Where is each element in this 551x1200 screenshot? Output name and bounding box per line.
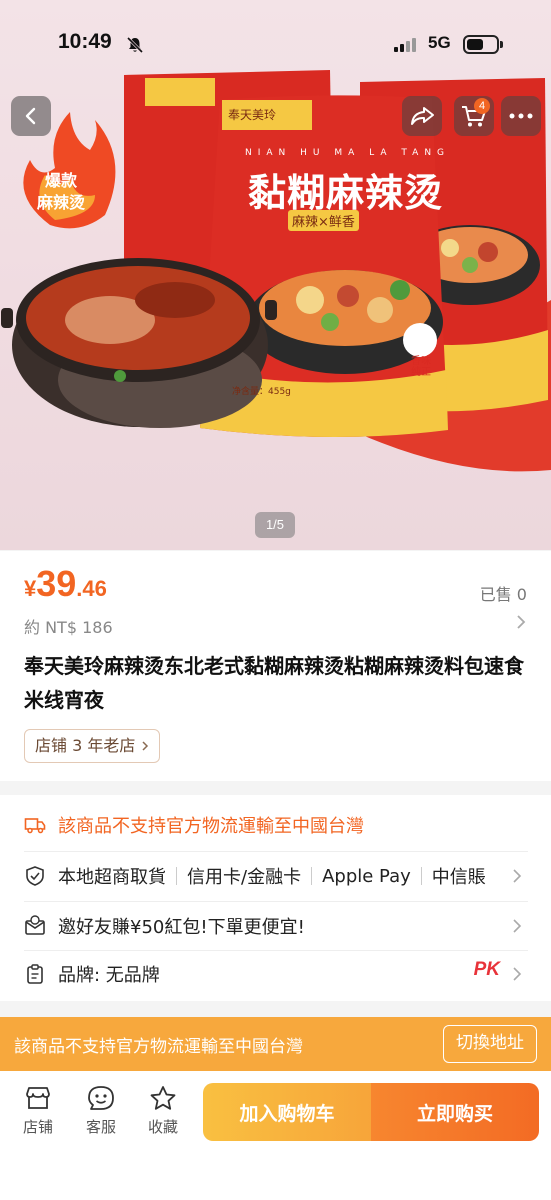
more-button[interactable] xyxy=(501,96,541,136)
more-dots-icon xyxy=(509,113,533,119)
buy-now-button[interactable]: 立即购买 xyxy=(371,1083,539,1141)
brand-row[interactable]: 品牌: 无品牌 PK xyxy=(24,950,528,998)
service-label: 客服 xyxy=(85,1118,116,1136)
chevron-left-icon xyxy=(25,107,36,125)
invite-row[interactable]: 邀好友賺¥50紅包!下單更便宜! xyxy=(24,902,528,950)
package-pinyin: NIAN HU MA LA TANG xyxy=(245,148,451,158)
status-bar: 10:49 5G xyxy=(0,0,551,88)
chevron-right-icon xyxy=(142,741,149,751)
payment-option: 信用卡/金融卡 xyxy=(187,867,302,888)
payment-option: Apple Pay xyxy=(322,865,411,887)
payment-options-row[interactable]: 本地超商取貨 信用卡/金融卡 Apple Pay 中信賬 xyxy=(24,852,528,900)
shield-check-icon xyxy=(26,866,44,886)
payment-option: 中信賬 xyxy=(431,867,486,888)
customer-service-button[interactable]: 客服 xyxy=(79,1085,123,1137)
status-time: 10:49 xyxy=(58,30,112,53)
product-image-carousel[interactable]: 爆款 麻辣烫 奉天美玲 NIAN HU MA LA TANG 黏糊麻辣烫 麻辣×… xyxy=(0,0,551,550)
battery-icon xyxy=(463,35,503,54)
favorite-button[interactable]: 收藏 xyxy=(141,1085,185,1137)
shipping-warning-text: 該商品不支持官方物流運輸至中國台灣 xyxy=(58,816,364,837)
bell-mute-icon xyxy=(126,36,144,54)
store-age-label: 店铺 3 年老店 xyxy=(35,736,136,755)
clipboard-icon xyxy=(27,964,43,984)
claypot-bowl xyxy=(1,258,277,428)
badge-line-1: 爆款 xyxy=(44,171,77,190)
badge-line-2: 麻辣烫 xyxy=(36,193,85,212)
package-flavor: 麻辣×鲜香 xyxy=(288,210,359,231)
package-weight: 净含量：455g xyxy=(232,387,291,397)
store-age-tag[interactable]: 店铺 3 年老店 xyxy=(24,729,161,763)
invite-text: 邀好友賺¥50紅包!下單更便宜! xyxy=(58,917,305,938)
switch-address-button[interactable]: 切換地址 xyxy=(443,1025,537,1063)
bottom-action-bar: 店铺 客服 收藏 加入购物车 立即购买 xyxy=(0,1071,551,1200)
banner-text: 該商品不支持官方物流運輸至中國台灣 xyxy=(14,1037,303,1057)
truck-icon xyxy=(24,818,46,834)
add-to-cart-button[interactable]: 加入购物车 xyxy=(203,1083,371,1141)
package-brand: 奉天美玲 xyxy=(228,108,277,122)
shipping-warning-banner: 該商品不支持官方物流運輸至中國台灣 切換地址 xyxy=(0,1017,551,1071)
price-card: ¥39.46 已售 0 約 NT$ 186 奉天美玲麻辣烫东北老式黏糊麻辣烫粘糊… xyxy=(0,551,551,781)
purchase-buttons: 加入购物车 立即购买 xyxy=(203,1083,539,1141)
smiley-chat-icon xyxy=(88,1086,114,1110)
image-pager: 1/5 xyxy=(255,512,295,538)
chevron-right-icon xyxy=(513,869,522,883)
price: ¥39.46 xyxy=(24,563,107,605)
approx-price[interactable]: 約 NT$ 186 xyxy=(24,614,113,638)
separator xyxy=(176,867,177,885)
share-button[interactable] xyxy=(402,96,442,136)
separator xyxy=(311,867,313,885)
chevron-right-icon xyxy=(513,919,522,933)
share-icon xyxy=(411,107,434,125)
package-name: 黏糊麻辣烫 xyxy=(248,170,444,215)
back-button[interactable] xyxy=(11,96,51,136)
shop-label: 店铺 xyxy=(22,1118,53,1136)
shop-button[interactable]: 店铺 xyxy=(16,1085,60,1137)
price-currency: ¥ xyxy=(24,576,37,601)
star-icon xyxy=(150,1086,176,1110)
chevron-right-icon[interactable] xyxy=(515,613,527,631)
cart-button[interactable]: 4 xyxy=(454,96,494,136)
store-icon xyxy=(26,1087,50,1109)
badge-text: 爆款 麻辣烫 xyxy=(30,170,92,214)
brand-text: 品牌: 无品牌 xyxy=(58,965,160,986)
pk-compare-button[interactable]: PK xyxy=(474,959,500,981)
cart-count-badge: 4 xyxy=(474,98,490,114)
sold-count: 已售 0 xyxy=(479,585,527,604)
price-integer: 39 xyxy=(36,563,77,604)
chevron-right-icon xyxy=(513,967,522,981)
red-envelope-icon xyxy=(25,915,45,935)
info-card: 該商品不支持官方物流運輸至中國台灣 本地超商取貨 信用卡/金融卡 Apple Pay… xyxy=(0,795,551,1001)
price-decimal: .46 xyxy=(76,576,107,601)
signal-icon xyxy=(394,36,420,52)
payment-option: 本地超商取貨 xyxy=(58,867,166,888)
network-type: 5G xyxy=(428,33,451,52)
product-title: 奉天美玲麻辣烫东北老式黏糊麻辣烫粘糊麻辣烫料包速食米线宵夜 xyxy=(24,654,524,712)
seal-text: 香味纯正 xyxy=(411,356,431,378)
favorite-label: 收藏 xyxy=(147,1118,178,1136)
shipping-warning-row: 該商品不支持官方物流運輸至中國台灣 xyxy=(24,801,528,849)
separator xyxy=(420,867,422,885)
